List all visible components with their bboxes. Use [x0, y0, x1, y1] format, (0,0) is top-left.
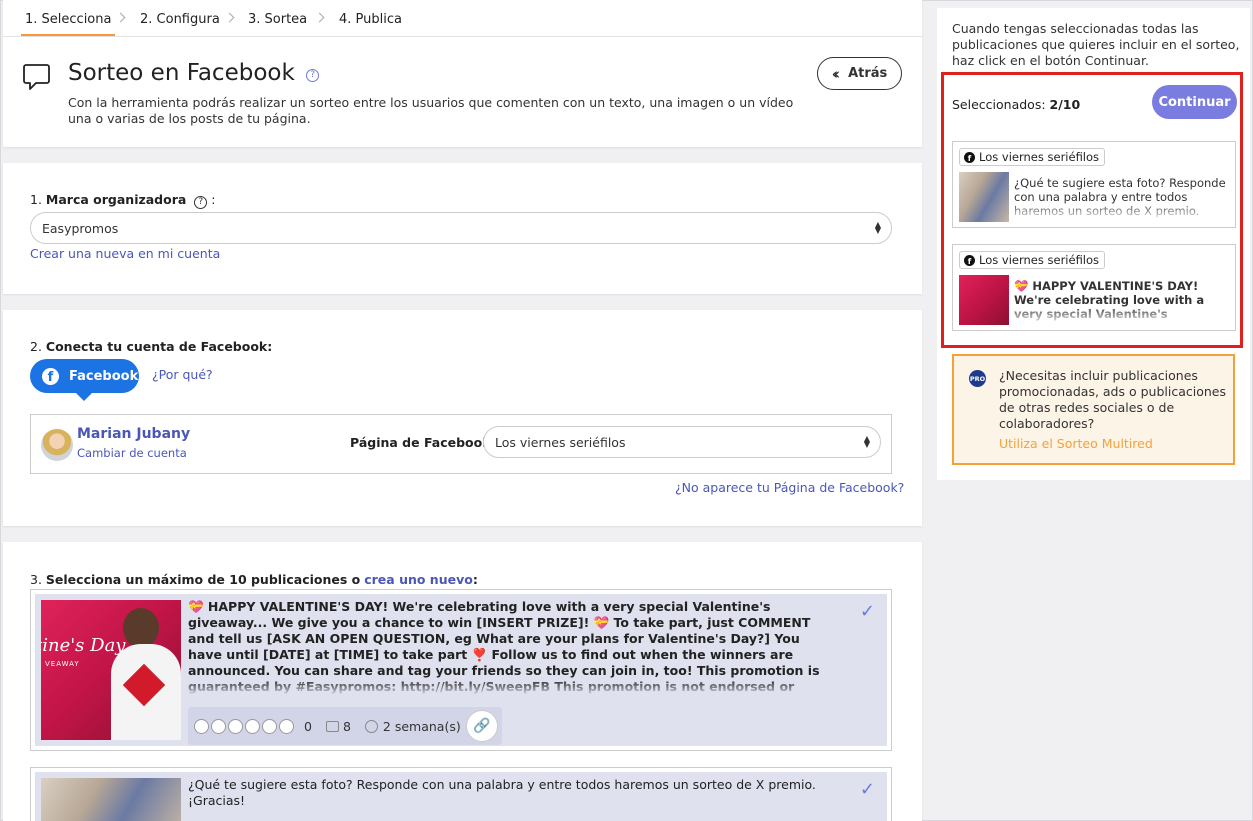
- create-brand-link[interactable]: Crear una nueva en mi cuenta: [30, 246, 220, 261]
- back-button-label: Atrás: [848, 66, 888, 81]
- facebook-icon: f: [964, 254, 975, 266]
- help-icon[interactable]: ?: [194, 195, 208, 209]
- clock-icon: [364, 719, 378, 733]
- connect-label: 2. Conecta tu cuenta de Facebook:: [30, 339, 272, 354]
- posts-label-colon: :: [472, 572, 478, 587]
- step-select[interactable]: 1. Selecciona: [20, 12, 116, 36]
- facebook-page-select[interactable]: Los viernes seriéfilos ▲ ▼: [483, 426, 881, 458]
- main-column: 1. Selecciona 2. Configura 3. Sortea 4. …: [3, 0, 922, 821]
- haha-icon: [228, 718, 243, 734]
- checkmark-icon: ✓: [859, 601, 875, 622]
- post-image: [41, 778, 181, 821]
- step-configure[interactable]: 2. Configura: [140, 12, 220, 27]
- post-selected-bg: ¿Qué te sugiere esta foto? Responde con …: [35, 772, 887, 821]
- man-head-shape: [123, 608, 159, 648]
- angry-icon: [279, 718, 294, 734]
- page-title: Sorteo en Facebook ?: [68, 60, 320, 86]
- post-image-subtitle: VEAWAY: [45, 660, 80, 668]
- posts-label: 3. Selecciona un máximo de 10 publicacio…: [30, 572, 478, 587]
- wow-icon: [245, 718, 260, 734]
- brand-label-colon: :: [211, 192, 216, 207]
- selected-post-text: 💝 HAPPY VALENTINE'S DAY! We're celebrati…: [1014, 279, 1228, 323]
- selection-panel: Cuando tengas seleccionadas todas las pu…: [937, 8, 1250, 480]
- brand-label: 1. Marca organizadora ? :: [30, 192, 216, 209]
- facebook-page-value: Los viernes seriéfilos: [495, 434, 626, 450]
- posts-label-num: 3.: [30, 572, 42, 587]
- facebook-icon: f: [964, 151, 975, 163]
- reactions-count: 0: [304, 718, 312, 734]
- multired-link[interactable]: Utiliza el Sorteo Multired: [999, 436, 1153, 451]
- post-text: ¿Qué te sugiere esta foto? Responde con …: [188, 777, 816, 808]
- comments-count: 8: [342, 718, 351, 734]
- like-icon: [194, 718, 209, 734]
- select-arrows-icon: ▲ ▼: [863, 434, 870, 449]
- selected-post-text: ¿Qué te sugiere esta foto? Responde con …: [1014, 176, 1228, 220]
- missing-page-link[interactable]: ¿No aparece tu Página de Facebook?: [675, 480, 904, 495]
- post-card[interactable]: ¿Qué te sugiere esta foto? Responde con …: [30, 767, 892, 821]
- post-text-fade: [188, 679, 828, 695]
- brand-select[interactable]: Easypromos ▲ ▼: [30, 212, 892, 244]
- selected-post-thumbnail: [959, 275, 1009, 325]
- facebook-button-label: Facebook: [69, 368, 139, 384]
- selection-instructions: Cuando tengas seleccionadas todas las pu…: [952, 21, 1240, 68]
- account-box: Marian Jubany Cambiar de cuenta Página d…: [30, 414, 892, 474]
- header-card: 1. Selecciona 2. Configura 3. Sortea 4. …: [3, 0, 922, 147]
- selected-post-thumbnail: [959, 172, 1009, 222]
- selected-count: Seleccionados: 2/10: [952, 97, 1080, 112]
- continue-button[interactable]: Continuar: [1152, 85, 1237, 119]
- brand-label-num: 1.: [30, 192, 42, 207]
- double-chevron-left-icon: ‹‹: [831, 64, 841, 83]
- connect-label-text: Conecta tu cuenta de Facebook:: [45, 339, 273, 354]
- multired-promo: PRO ¿Necesitas incluir publicaciones pro…: [952, 354, 1235, 465]
- change-account-link[interactable]: Cambiar de cuenta: [77, 446, 187, 460]
- stepper: 1. Selecciona 2. Configura 3. Sortea 4. …: [3, 0, 922, 37]
- post-stats: 0 8 2 semana(s) 🔗: [188, 707, 502, 745]
- selected-post-item[interactable]: f Los viernes seriéfilos 💝 HAPPY VALENTI…: [952, 244, 1236, 331]
- post-age: 2 semana(s): [382, 718, 461, 734]
- checkmark-icon: ✓: [859, 779, 875, 800]
- comment-icon: [23, 64, 50, 90]
- connect-label-num: 2.: [30, 339, 42, 354]
- chevron-right-icon: [224, 12, 235, 23]
- pro-badge-icon: PRO: [969, 370, 986, 387]
- create-post-link[interactable]: crea uno nuevo: [364, 572, 473, 587]
- page-title-text: Sorteo en Facebook: [68, 60, 295, 86]
- post-image: tine's Day VEAWAY: [41, 600, 181, 740]
- brand-label-text: Marca organizadora: [45, 192, 187, 207]
- facebook-page-label: Página de Facebook:: [350, 435, 496, 450]
- page-tag-label: Los viernes seriéfilos: [979, 150, 1100, 164]
- selected-post-item[interactable]: f Los viernes seriéfilos ¿Qué te sugiere…: [952, 141, 1236, 228]
- brand-card: 1. Marca organizadora ? : Easypromos ▲ ▼ …: [3, 163, 922, 294]
- post-image-caption: tine's Day: [41, 635, 126, 656]
- post-selected-bg: tine's Day VEAWAY 💝 HAPPY VALENTINE'S DA…: [35, 594, 887, 746]
- love-icon: [211, 718, 226, 734]
- page-description: Con la herramienta podrás realizar un so…: [68, 95, 794, 126]
- avatar: [41, 429, 73, 461]
- step-publish[interactable]: 4. Publica: [339, 12, 402, 27]
- select-arrows-icon: ▲ ▼: [874, 220, 881, 235]
- facebook-icon: f: [42, 367, 59, 385]
- chevron-right-icon: [314, 12, 325, 23]
- selected-count-value: 2/10: [1049, 97, 1081, 112]
- brand-select-value: Easypromos: [42, 220, 119, 236]
- page-tag: f Los viernes seriéfilos: [959, 148, 1106, 166]
- sad-icon: [262, 718, 277, 734]
- user-name[interactable]: Marian Jubany: [77, 426, 190, 442]
- comment-count-icon: [325, 720, 339, 732]
- selected-count-label: Seleccionados:: [952, 97, 1046, 112]
- page-tag-label: Los viernes seriéfilos: [979, 253, 1100, 267]
- help-icon[interactable]: ?: [306, 68, 320, 82]
- link-icon[interactable]: 🔗: [466, 710, 498, 742]
- facebook-button[interactable]: f Facebook: [30, 359, 139, 401]
- posts-label-text: Selecciona un máximo de 10 publicaciones…: [45, 572, 361, 587]
- selected-posts-box: Seleccionados: 2/10 Continuar f Los vier…: [941, 72, 1243, 348]
- why-link[interactable]: ¿Por qué?: [152, 367, 213, 382]
- chevron-right-icon: [115, 12, 126, 23]
- back-button[interactable]: ‹‹ Atrás: [817, 57, 902, 90]
- step-draw[interactable]: 3. Sortea: [248, 12, 307, 27]
- promo-text: ¿Necesitas incluir publicaciones promoci…: [999, 368, 1226, 431]
- page-tag: f Los viernes seriéfilos: [959, 251, 1106, 269]
- post-card[interactable]: tine's Day VEAWAY 💝 HAPPY VALENTINE'S DA…: [30, 589, 892, 751]
